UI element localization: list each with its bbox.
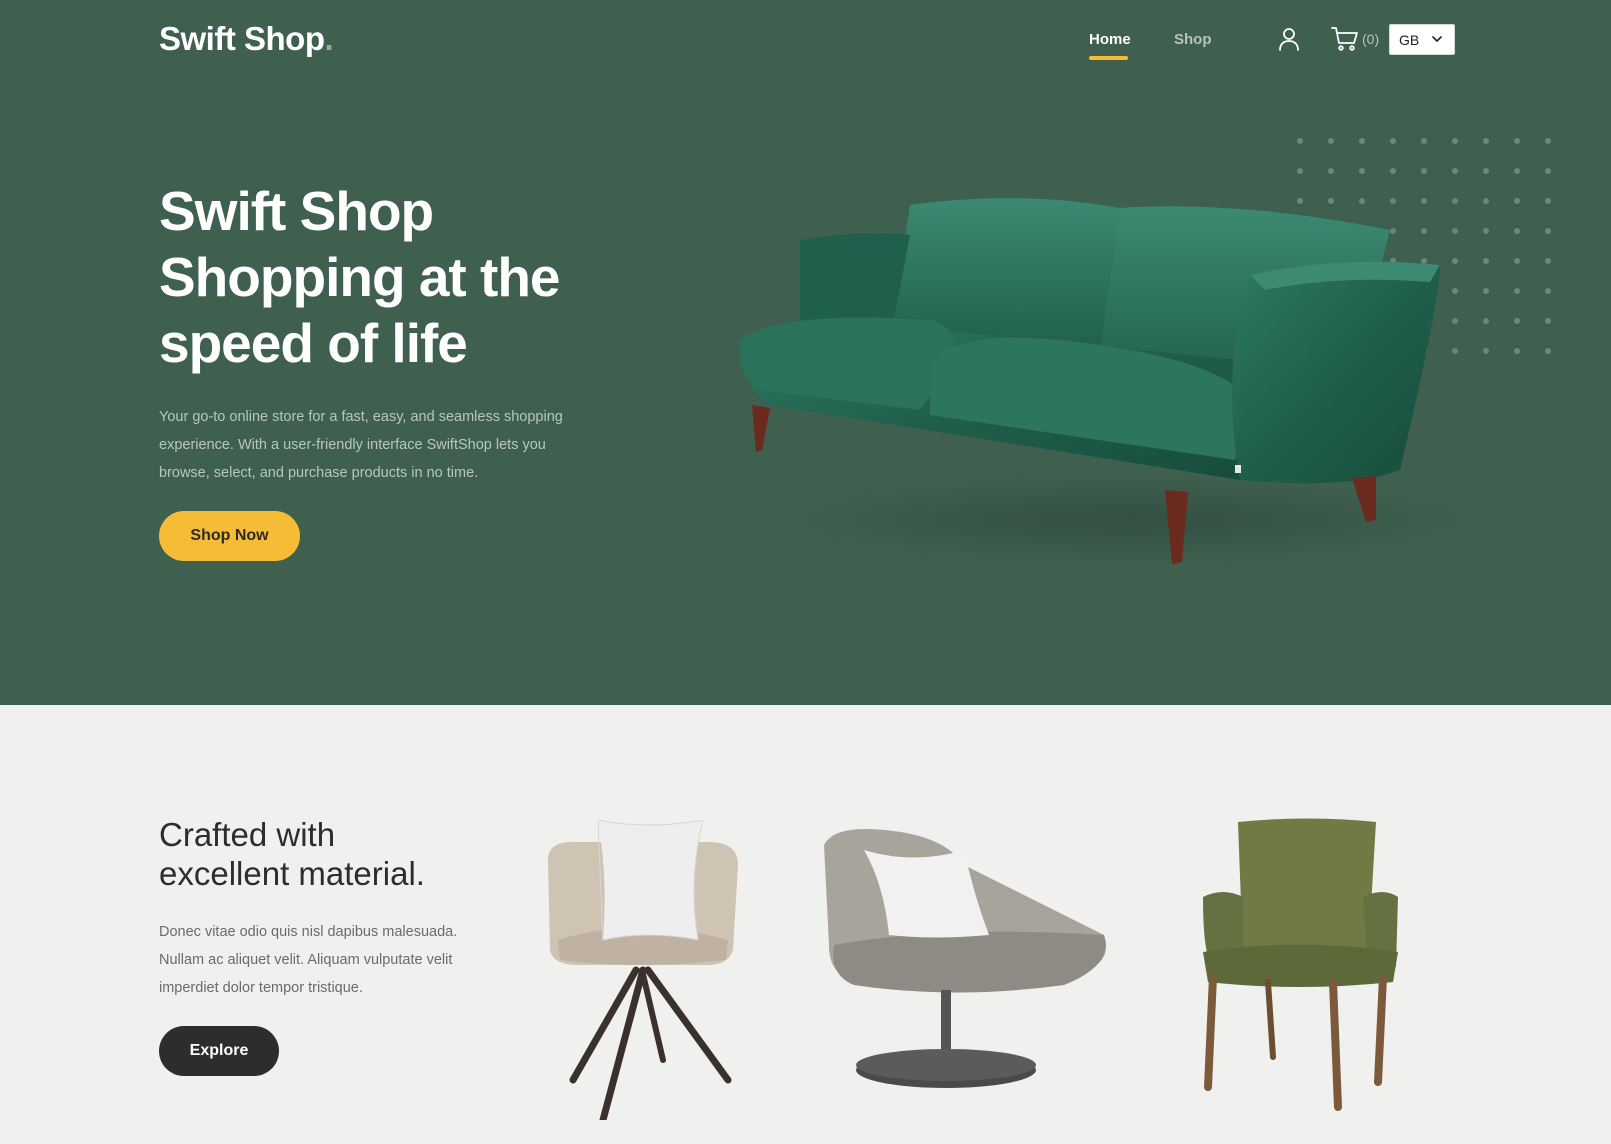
currency-value: GB bbox=[1399, 31, 1420, 48]
decoration-dot bbox=[1514, 168, 1520, 174]
hero-description-line: Your go-to online store for a fast, easy… bbox=[159, 409, 563, 425]
decoration-dot bbox=[1359, 168, 1365, 174]
decoration-dot bbox=[1483, 228, 1489, 234]
explore-button[interactable]: Explore bbox=[159, 1026, 279, 1076]
decoration-dot bbox=[1514, 258, 1520, 264]
decoration-dot bbox=[1483, 198, 1489, 204]
decoration-dot bbox=[1514, 228, 1520, 234]
feature-description-line: Nullam ac aliquet velit. Aliquam vulputa… bbox=[159, 952, 453, 968]
decoration-dot bbox=[1452, 138, 1458, 144]
nav-active-indicator bbox=[1089, 56, 1128, 60]
feature-title: Crafted with excellent material. bbox=[159, 815, 425, 893]
brand-name: Swift Shop bbox=[159, 20, 325, 57]
hero-title: Swift Shop Shopping at the speed of life bbox=[159, 178, 679, 376]
shop-now-button[interactable]: Shop Now bbox=[159, 511, 300, 561]
decoration-dot bbox=[1545, 198, 1551, 204]
feature-description-line: imperdiet dolor tempor tristique. bbox=[159, 980, 363, 996]
hero-title-line: Swift Shop bbox=[159, 180, 434, 242]
feature-description-line: Donec vitae odio quis nisl dapibus males… bbox=[159, 924, 458, 940]
decoration-dot bbox=[1483, 168, 1489, 174]
decoration-dot bbox=[1483, 318, 1489, 324]
decoration-dot bbox=[1359, 138, 1365, 144]
nav-shop-link[interactable]: Shop bbox=[1174, 31, 1212, 48]
decoration-dot bbox=[1390, 138, 1396, 144]
brand-logo[interactable]: Swift Shop. bbox=[159, 20, 334, 58]
decoration-dot bbox=[1514, 288, 1520, 294]
user-icon[interactable] bbox=[1276, 26, 1302, 52]
feature-description: Donec vitae odio quis nisl dapibus males… bbox=[159, 918, 519, 1002]
hero-title-line: Shopping at the bbox=[159, 246, 561, 308]
hero-sofa-image bbox=[740, 198, 1460, 565]
product-beige-armchair-image[interactable] bbox=[538, 820, 748, 1120]
decoration-dot bbox=[1545, 228, 1551, 234]
decoration-dot bbox=[1483, 258, 1489, 264]
currency-select[interactable]: GB bbox=[1389, 24, 1455, 55]
decoration-dot bbox=[1545, 288, 1551, 294]
feature-title-line: Crafted with bbox=[159, 816, 336, 853]
chevron-down-icon bbox=[1432, 36, 1442, 42]
hero-description-line: browse, select, and purchase products in… bbox=[159, 465, 479, 481]
decoration-dot bbox=[1545, 168, 1551, 174]
product-olive-armchair-image[interactable] bbox=[1198, 817, 1408, 1117]
decoration-dot bbox=[1390, 168, 1396, 174]
feature-section: Crafted with excellent material. Donec v… bbox=[0, 705, 1611, 1144]
hero-description: Your go-to online store for a fast, easy… bbox=[159, 403, 599, 487]
hero-description-line: experience. With a user-friendly interfa… bbox=[159, 437, 546, 453]
decoration-dot bbox=[1328, 168, 1334, 174]
decoration-dot bbox=[1545, 318, 1551, 324]
decoration-dot bbox=[1297, 138, 1303, 144]
decoration-dot bbox=[1483, 138, 1489, 144]
product-grey-lounge-chair-image[interactable] bbox=[824, 825, 1124, 1115]
decoration-dot bbox=[1483, 288, 1489, 294]
decoration-dot bbox=[1545, 138, 1551, 144]
decoration-dot bbox=[1328, 138, 1334, 144]
decoration-dot bbox=[1421, 138, 1427, 144]
cart-count[interactable]: (0) bbox=[1362, 31, 1379, 47]
decoration-dot bbox=[1421, 168, 1427, 174]
feature-title-line: excellent material. bbox=[159, 855, 425, 892]
nav-home-link[interactable]: Home bbox=[1089, 31, 1131, 48]
decoration-dot bbox=[1514, 198, 1520, 204]
decoration-dot bbox=[1514, 138, 1520, 144]
decoration-dot bbox=[1452, 168, 1458, 174]
decoration-dot bbox=[1297, 168, 1303, 174]
decoration-dot bbox=[1514, 318, 1520, 324]
decoration-dot bbox=[1545, 348, 1551, 354]
hero-title-line: speed of life bbox=[159, 312, 468, 374]
brand-dot: . bbox=[324, 20, 334, 57]
decoration-dot bbox=[1483, 348, 1489, 354]
decoration-dot bbox=[1514, 348, 1520, 354]
hero-section: Swift Shop. Home Shop (0) GB Swift Shop … bbox=[0, 0, 1611, 705]
cart-icon[interactable] bbox=[1331, 26, 1359, 52]
decoration-dot bbox=[1545, 258, 1551, 264]
